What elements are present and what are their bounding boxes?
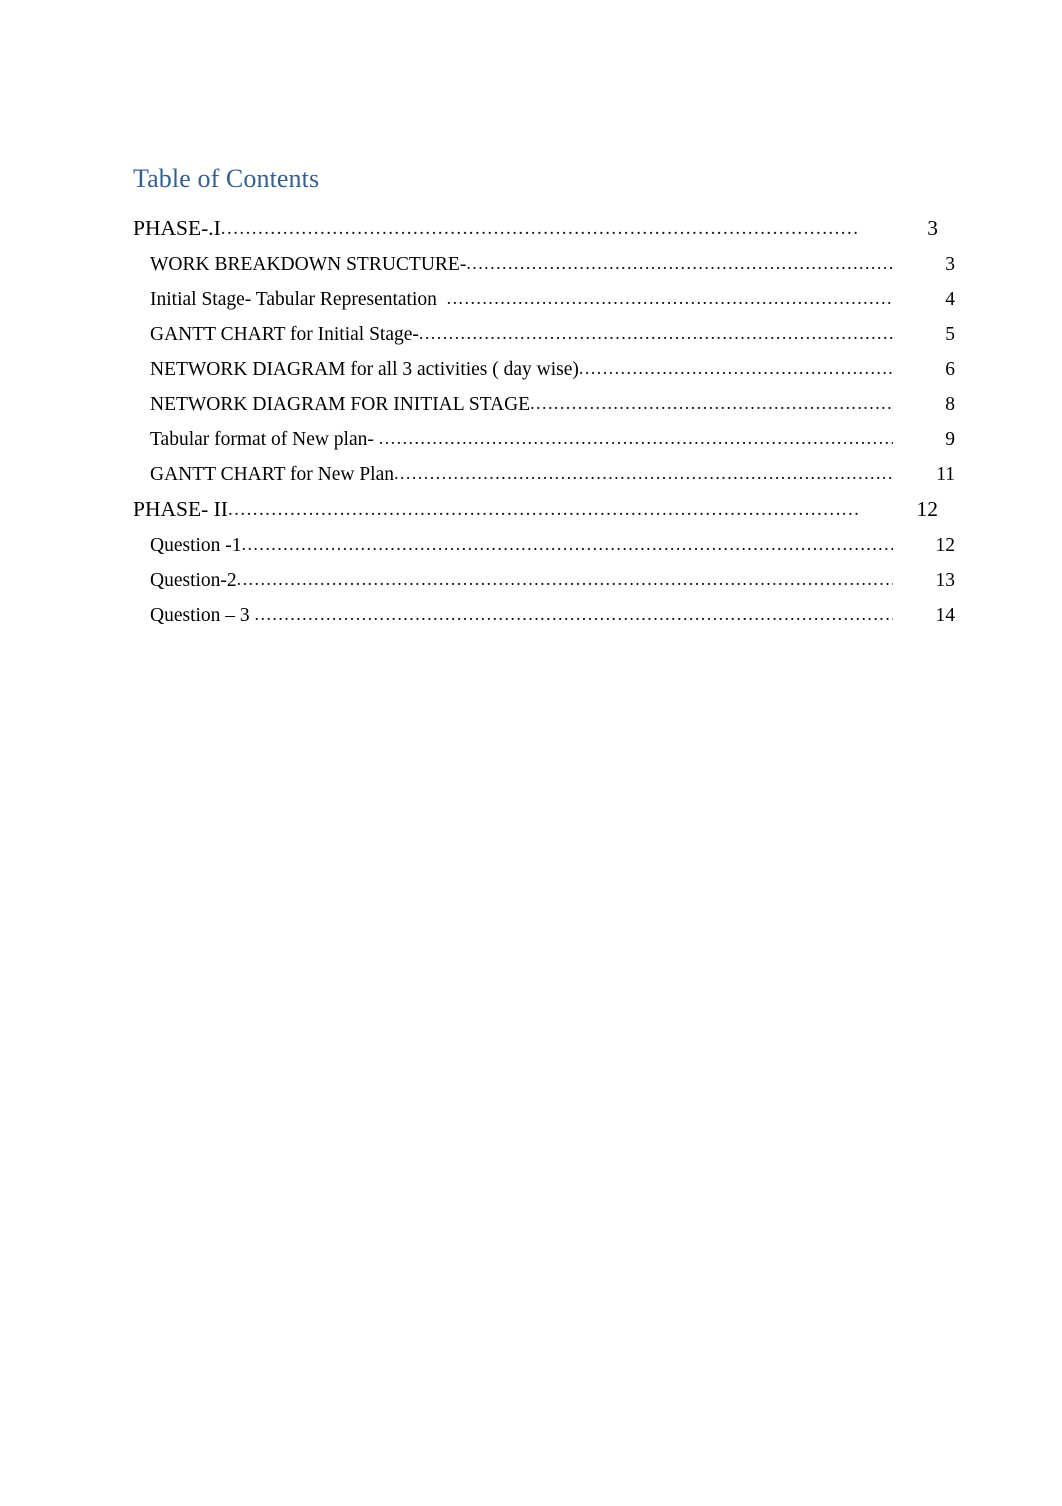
toc-leader-dots: ........................................… bbox=[578, 358, 893, 378]
toc-entry-label: Initial Stage- Tabular Representation bbox=[150, 289, 447, 310]
toc-leader-dots: ........................................… bbox=[530, 393, 893, 413]
toc-page-number: 6 bbox=[945, 359, 955, 380]
toc-leader-dots: ........................................… bbox=[254, 604, 893, 624]
toc-leader-dots: ........................................… bbox=[378, 428, 893, 448]
toc-page-number: 5 bbox=[945, 324, 955, 345]
toc-page-number: 12 bbox=[935, 535, 956, 556]
toc-entry[interactable]: Question – 3 ...........................… bbox=[133, 598, 955, 633]
toc-page-number: 14 bbox=[935, 605, 956, 626]
toc-page-number: 9 bbox=[945, 429, 955, 450]
toc-entry-label: Question – 3 bbox=[150, 605, 255, 626]
toc-entry[interactable]: Initial Stage- Tabular Representation ..… bbox=[133, 282, 955, 317]
toc-entry[interactable]: GANTT CHART for New Plan................… bbox=[133, 457, 955, 492]
toc-page-number: 3 bbox=[927, 216, 938, 240]
toc-entry-list: PHASE-.I................................… bbox=[133, 211, 955, 633]
toc-page-number: 13 bbox=[935, 570, 956, 591]
toc-entry-label: WORK BREAKDOWN STRUCTURE- bbox=[150, 254, 467, 275]
toc-entry-label: GANTT CHART for New Plan bbox=[150, 464, 395, 485]
toc-entry[interactable]: GANTT CHART for Initial Stage-..........… bbox=[133, 317, 955, 352]
toc-leader-dots: ........................................… bbox=[466, 253, 893, 273]
toc-page-number: 11 bbox=[936, 464, 955, 485]
toc-entry[interactable]: PHASE-.I................................… bbox=[133, 211, 938, 247]
toc-entry[interactable]: Tabular format of New plan- ............… bbox=[133, 422, 955, 457]
toc-entry-label: Question-2 bbox=[150, 570, 237, 591]
page-title: Table of Contents bbox=[133, 164, 320, 193]
toc-leader-dots: ........................................… bbox=[241, 534, 893, 554]
toc-entry[interactable]: NETWORK DIAGRAM FOR INITIAL STAGE.......… bbox=[133, 387, 955, 422]
toc-entry[interactable]: PHASE- II...............................… bbox=[133, 492, 938, 528]
toc-entry-label: PHASE- II bbox=[133, 497, 228, 521]
toc-leader-dots: ........................................… bbox=[236, 569, 893, 589]
toc-leader-dots: ........................................… bbox=[394, 463, 893, 483]
toc-leader-dots: ........................................… bbox=[227, 499, 858, 520]
toc-page-number: 8 bbox=[945, 394, 955, 415]
toc-page-number: 3 bbox=[945, 254, 955, 275]
toc-page-number: 4 bbox=[945, 289, 955, 310]
toc-entry-label: Tabular format of New plan- bbox=[150, 429, 379, 450]
toc-entry-label: GANTT CHART for Initial Stage- bbox=[150, 324, 419, 345]
toc-leader-dots: ........................................… bbox=[446, 288, 893, 308]
toc-entry[interactable]: WORK BREAKDOWN STRUCTURE-...............… bbox=[133, 247, 955, 282]
toc-entry-label: NETWORK DIAGRAM for all 3 activities ( d… bbox=[150, 359, 579, 380]
toc-entry[interactable]: Question-2..............................… bbox=[133, 563, 955, 598]
toc-entry[interactable]: Question -1.............................… bbox=[133, 528, 955, 563]
document-page: Table of Contents PHASE-.I..............… bbox=[0, 0, 1062, 1506]
toc-entry[interactable]: NETWORK DIAGRAM for all 3 activities ( d… bbox=[133, 352, 955, 387]
toc-entry-label: PHASE-.I bbox=[133, 216, 221, 240]
toc-entry-label: Question -1 bbox=[150, 535, 242, 556]
toc-leader-dots: ........................................… bbox=[418, 323, 893, 343]
toc-entry-label: NETWORK DIAGRAM FOR INITIAL STAGE bbox=[150, 394, 531, 415]
toc-page-number: 12 bbox=[916, 497, 939, 521]
table-of-contents: Table of Contents PHASE-.I..............… bbox=[133, 163, 955, 633]
toc-leader-dots: ........................................… bbox=[220, 218, 858, 239]
